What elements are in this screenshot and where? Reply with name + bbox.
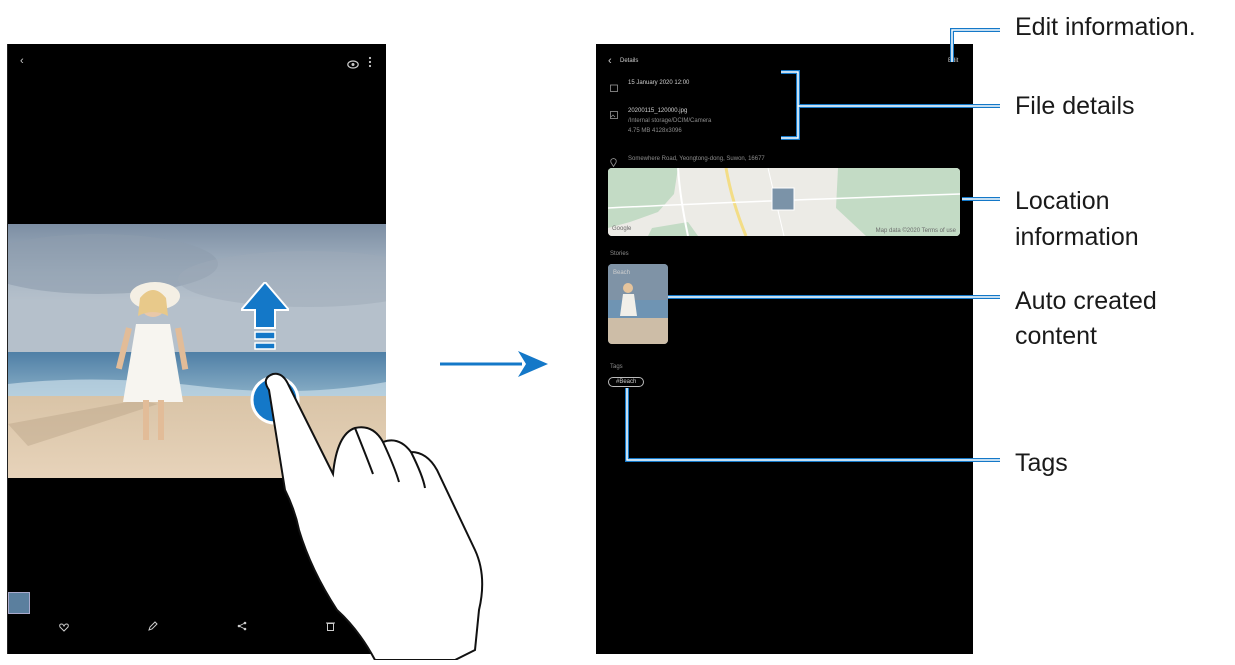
callout-auto-line2: content — [1015, 322, 1098, 350]
callout-tags: Tags — [1015, 449, 1068, 477]
callout-edit-information: Edit information. — [1015, 13, 1196, 41]
callout-auto-line1: Auto created — [1015, 287, 1157, 315]
callout-location-line2: information — [1015, 223, 1139, 251]
callout-location-line1: Location — [1015, 187, 1110, 215]
callout-file-details: File details — [1015, 92, 1135, 120]
